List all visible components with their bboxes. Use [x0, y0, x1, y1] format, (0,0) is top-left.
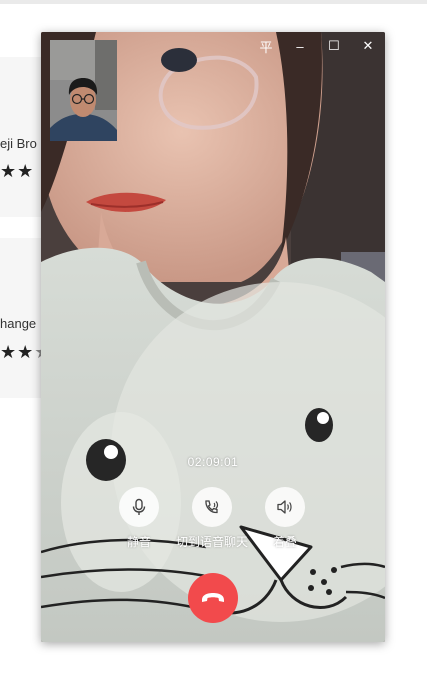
window-controls: 平 – ☐ ✕	[249, 32, 385, 60]
reviewer-name: hange	[0, 316, 37, 331]
hang-up-icon	[202, 593, 224, 602]
call-timer: 02:09:01	[187, 455, 239, 469]
reviewer-name: eji Bro	[0, 136, 37, 151]
switch-to-voice-button[interactable]	[192, 487, 232, 527]
mute-button[interactable]	[119, 487, 159, 527]
close-icon[interactable]: ✕	[351, 32, 385, 60]
voice-chat-control: 切到语音聊天	[172, 487, 252, 550]
speaker-control: 着叠	[245, 487, 325, 550]
minimize-icon[interactable]: –	[283, 32, 317, 60]
maximize-icon[interactable]: ☐	[317, 32, 351, 60]
voice-call-icon	[205, 500, 219, 514]
hang-up-button[interactable]	[188, 573, 238, 623]
pin-icon[interactable]: 平	[249, 32, 283, 60]
mute-label: 静音	[126, 535, 151, 549]
speaker-label: 着叠	[272, 535, 297, 549]
speaker-button[interactable]	[265, 487, 305, 527]
speaker-icon	[277, 500, 292, 514]
microphone-icon	[132, 498, 146, 515]
rating-stars: ★★	[0, 161, 35, 181]
self-view-image	[50, 40, 117, 141]
video-call-window[interactable]: 平 – ☐ ✕ 02:09:01 静音 切到语音聊天 着叠	[41, 32, 385, 642]
local-video-preview[interactable]	[50, 40, 117, 141]
voice-chat-label: 切到语音聊天	[175, 535, 248, 549]
mute-control: 静音	[99, 487, 179, 550]
page-top-bar	[0, 0, 427, 4]
